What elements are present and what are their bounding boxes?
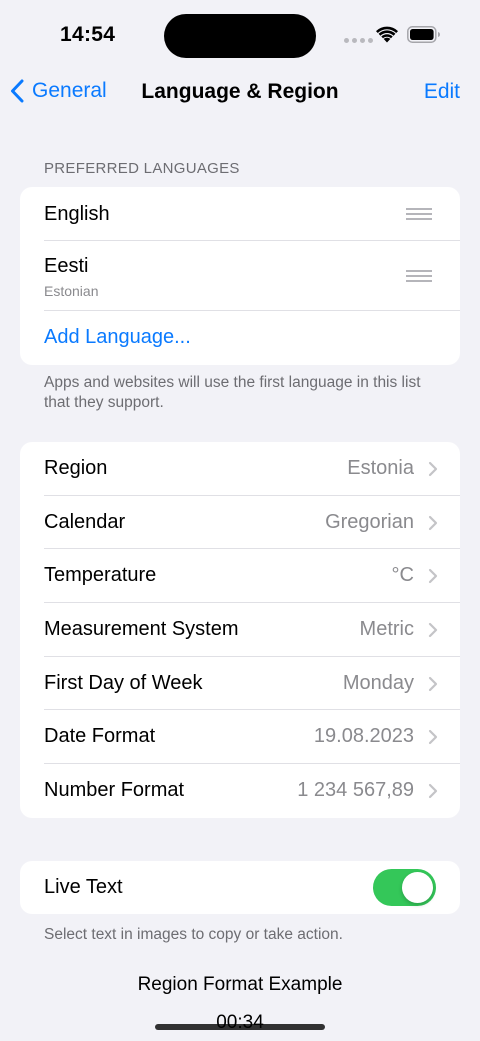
home-indicator[interactable] <box>155 1024 325 1030</box>
setting-label: Number Format <box>44 779 185 802</box>
battery-icon <box>407 26 440 43</box>
setting-value: Gregorian <box>325 510 414 533</box>
languages-footer-note: Apps and websites will use the first lan… <box>44 374 421 411</box>
chevron-right-icon <box>428 569 438 584</box>
setting-label: First Day of Week <box>44 671 203 694</box>
reorder-handle-icon[interactable] <box>406 208 432 220</box>
live-text-label: Live Text <box>44 876 123 898</box>
navigation-bar: General Language & Region Edit <box>0 70 480 116</box>
language-row-english[interactable]: English <box>20 187 460 241</box>
setting-value: 1 234 567,89 <box>297 779 414 802</box>
setting-value: 19.08.2023 <box>313 725 414 748</box>
chevron-right-icon <box>428 784 438 799</box>
chevron-right-icon <box>428 676 438 691</box>
dynamic-island <box>164 14 316 58</box>
setting-label: Calendar <box>44 510 126 533</box>
add-language-button[interactable]: Add Language... <box>20 311 460 365</box>
wifi-icon <box>376 26 398 43</box>
status-bar: 14:54 <box>0 0 480 64</box>
add-language-label: Add Language... <box>44 326 191 348</box>
setting-value: Monday <box>342 671 414 694</box>
reorder-handle-icon[interactable] <box>406 270 432 282</box>
back-button[interactable]: General <box>10 79 107 103</box>
setting-value: Metric <box>359 618 414 641</box>
chevron-right-icon <box>428 515 438 530</box>
region-settings-list: Region Estonia Calendar Gregorian Temper… <box>20 442 460 818</box>
setting-label: Date Format <box>44 725 156 748</box>
live-text-footer-note: Select text in images to copy or take ac… <box>44 926 343 943</box>
region-format-example-title: Region Format Example <box>137 974 343 995</box>
number-format-row[interactable]: Number Format 1 234 567,89 <box>20 764 460 818</box>
language-subtitle: Estonian <box>44 283 99 299</box>
edit-button[interactable]: Edit <box>424 80 460 104</box>
temperature-row[interactable]: Temperature °C <box>20 549 460 604</box>
measurement-system-row[interactable]: Measurement System Metric <box>20 603 460 657</box>
preferred-languages-list: English Eesti Estonian Add Language... <box>20 187 460 365</box>
region-format-example-time: 00:34 <box>216 1012 264 1033</box>
language-name: Eesti <box>44 255 89 277</box>
back-label: General <box>32 79 107 102</box>
language-name: English <box>44 203 110 225</box>
language-row-eesti[interactable]: Eesti Estonian <box>20 241 460 311</box>
status-time: 14:54 <box>60 23 116 46</box>
setting-value: Estonia <box>347 457 414 479</box>
chevron-right-icon <box>428 622 438 638</box>
chevron-left-icon <box>11 79 24 103</box>
live-text-row: Live Text <box>20 861 460 914</box>
setting-label: Region <box>44 457 108 479</box>
chevron-right-icon <box>428 730 438 745</box>
region-row[interactable]: Region Estonia <box>20 442 460 496</box>
first-day-of-week-row[interactable]: First Day of Week Monday <box>20 657 460 711</box>
cellular-signal-icon <box>344 38 374 44</box>
setting-label: Measurement System <box>44 618 239 641</box>
live-text-group: Live Text <box>20 861 460 914</box>
preferred-languages-header: PREFERRED LANGUAGES <box>44 160 240 177</box>
toggle-knob <box>402 872 433 903</box>
date-format-row[interactable]: Date Format 19.08.2023 <box>20 710 460 765</box>
setting-label: Temperature <box>44 564 157 587</box>
chevron-right-icon <box>428 461 438 477</box>
language-region-screen: 14:54 General Language & Region Edit PRE… <box>0 0 480 1041</box>
setting-value: °C <box>391 564 414 587</box>
live-text-toggle[interactable] <box>373 869 436 906</box>
calendar-row[interactable]: Calendar Gregorian <box>20 496 460 550</box>
